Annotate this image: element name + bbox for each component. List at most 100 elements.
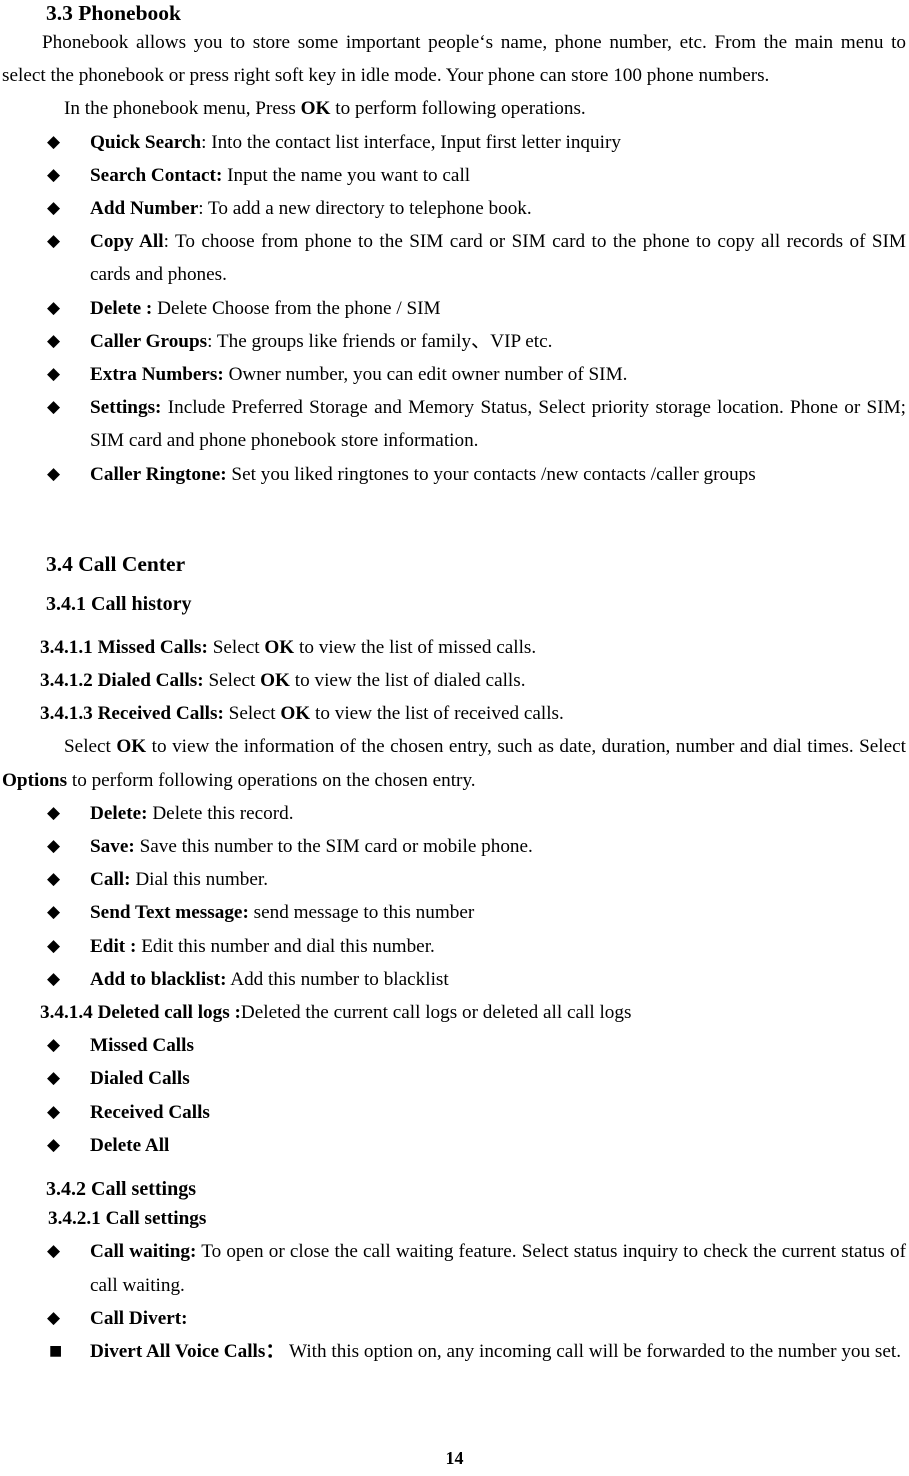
list-item: ◆ Delete All <box>2 1129 906 1162</box>
list-item-label: Copy All <box>90 231 164 253</box>
section-gap-2 <box>2 525 906 551</box>
list-item-text: Owner number, you can edit owner number … <box>223 364 628 386</box>
call-divert-sublist: ■ Divert All Voice Calls： With this optio… <box>2 1335 906 1368</box>
diamond-bullet-icon: ◆ <box>47 1101 61 1122</box>
section-gap-3 <box>2 1162 906 1176</box>
list-item: ◆ Missed Calls <box>2 1029 906 1062</box>
list-item-label: Received Calls <box>90 1101 210 1123</box>
subsubsection-heading-call-settings: 3.4.2.1 Call settings <box>2 1202 906 1235</box>
phonebook-menu-note-pre: In the phonebook menu, Press <box>64 98 301 120</box>
list-item-text: Set you liked ringtones to your contacts… <box>226 463 756 485</box>
heading-gap <box>2 577 906 591</box>
numbered-item-post: to view the list of dialed calls. <box>289 670 526 692</box>
numbered-item-post: to view the list of received calls. <box>310 703 564 725</box>
list-item-text: To add a new directory to telephone book… <box>203 198 532 220</box>
call-history-options-list: ◆ Delete: Delete this record. ◆ Save: Save… <box>2 797 906 996</box>
numbered-item-key: OK <box>280 703 311 725</box>
numbered-item-missed-calls: 3.4.1.1 Missed Calls: Select OK to view … <box>2 631 906 664</box>
list-item-label: Quick Search <box>90 131 202 153</box>
diamond-bullet-icon: ◆ <box>47 1307 61 1328</box>
phonebook-menu-note-key: OK <box>300 98 331 120</box>
list-item-label: Missed Calls <box>90 1035 194 1057</box>
section-heading-phonebook-wrap: 3.3 Phonebook <box>2 0 906 26</box>
diamond-bullet-icon: ◆ <box>47 1035 61 1056</box>
list-item: ◆ Delete: Delete this record. <box>2 797 906 830</box>
list-item-label: Delete All <box>90 1134 170 1156</box>
list-item-label: Extra Numbers: <box>90 364 224 386</box>
numbered-item-number: 3.4.1.4 Deleted call logs : <box>40 1002 241 1024</box>
list-item: ◆ Settings: Include Preferred Storage and… <box>2 391 906 457</box>
diamond-bullet-icon: ◆ <box>47 935 61 956</box>
heading-gap-2 <box>2 617 906 631</box>
subsection-heading-call-history-wrap: 3.4.1 Call history <box>2 591 906 617</box>
list-item: ◆ Copy All: To choose from phone to the S… <box>2 225 906 291</box>
list-item: ◆ Call waiting: To open or close the call… <box>2 1235 906 1301</box>
list-item: ◆ Add to blacklist: Add this number to bl… <box>2 963 906 996</box>
numbered-item-pre: Select <box>207 636 265 658</box>
list-item-text: Add this number to blacklist <box>226 968 449 990</box>
list-item: ◆ Extra Numbers: Owner number, you can ed… <box>2 358 906 391</box>
diamond-bullet-icon: ◆ <box>47 902 61 923</box>
diamond-bullet-icon: ◆ <box>47 802 61 823</box>
list-item: ◆ Received Calls <box>2 1096 906 1129</box>
list-item-text: Include Preferred Storage and Memory Sta… <box>90 397 906 452</box>
list-item-sep: ： <box>265 1340 285 1362</box>
list-item-label: Search Contact: <box>90 164 223 186</box>
list-item-label: Add Number <box>90 198 199 220</box>
diamond-bullet-icon: ◆ <box>47 1134 61 1155</box>
list-item-text: send message to this number <box>248 902 475 924</box>
list-item-label: Save: <box>90 836 135 858</box>
options-key-ok: OK <box>116 736 147 758</box>
numbered-item-received-calls: 3.4.1.3 Received Calls: Select OK to vie… <box>2 697 906 730</box>
list-item-text: To choose from phone to the SIM card or … <box>90 231 906 286</box>
list-item-label: Settings: <box>90 397 162 419</box>
page-number: 14 <box>445 1448 464 1468</box>
list-item-label: Caller Groups <box>90 330 208 352</box>
list-item: ◆ Delete : Delete Choose from the phone /… <box>2 292 906 325</box>
list-item-label: Send Text message: <box>90 902 249 924</box>
options-mid: to view the information of the chosen en… <box>146 736 906 758</box>
list-item-text: Dial this number. <box>130 869 269 891</box>
subsubsection-heading-label: 3.4.2.1 Call settings <box>48 1208 207 1230</box>
document-page: 3.3 Phonebook Phonebook allows you to st… <box>0 0 909 1476</box>
list-item: ◆ Caller Groups: The groups like friends … <box>2 325 906 358</box>
phonebook-intro-paragraph: Phonebook allows you to store some impor… <box>2 32 906 87</box>
subsection-heading-call-settings: 3.4.2 Call settings <box>46 1178 196 1201</box>
diamond-bullet-icon: ◆ <box>47 463 61 484</box>
list-item: ◆ Call: Dial this number. <box>2 863 906 896</box>
list-item-text: Input the name you want to call <box>222 164 471 186</box>
numbered-item-number: 3.4.1.3 Received Calls: <box>40 703 224 725</box>
list-item: ◆ Edit : Edit this number and dial this n… <box>2 930 906 963</box>
diamond-bullet-icon: ◆ <box>47 164 61 185</box>
list-item-label: Dialed Calls <box>90 1068 190 1090</box>
options-post: to perform following operations on the c… <box>67 769 476 791</box>
list-item: ◆ Caller Ringtone: Set you liked ringtone… <box>2 458 906 491</box>
diamond-bullet-icon: ◆ <box>47 968 61 989</box>
numbered-item-dialed-calls: 3.4.1.2 Dialed Calls: Select OK to view … <box>2 664 906 697</box>
list-item: ◆ Quick Search: Into the contact list int… <box>2 126 906 159</box>
list-item: ◆ Save: Save this number to the SIM card … <box>2 830 906 863</box>
subsection-heading-call-settings-wrap: 3.4.2 Call settings <box>2 1176 906 1202</box>
diamond-bullet-icon: ◆ <box>47 869 61 890</box>
options-key-options: Options <box>2 769 68 791</box>
numbered-item-key: OK <box>264 636 295 658</box>
list-item-text: To open or close the call waiting featur… <box>90 1241 906 1296</box>
deleted-call-logs-list: ◆ Missed Calls ◆ Dialed Calls ◆ Received Ca… <box>2 1029 906 1162</box>
numbered-item-number: 3.4.1.2 Dialed Calls: <box>40 670 204 692</box>
numbered-item-pre: Select <box>203 670 261 692</box>
subsection-heading-call-history: 3.4.1 Call history <box>46 592 192 615</box>
list-item: ◆ Call Divert: <box>2 1302 906 1335</box>
options-pre: Select <box>64 736 117 758</box>
list-item-text: Into the contact list interface, Input f… <box>206 131 621 153</box>
list-item-label: Edit : <box>90 935 137 957</box>
numbered-item-number: 3.4.1.1 Missed Calls: <box>40 636 208 658</box>
call-settings-list: ◆ Call waiting: To open or close the call… <box>2 1235 906 1335</box>
list-item-label: Delete : <box>90 297 153 319</box>
list-item-label: Delete: <box>90 802 148 824</box>
section-heading-call-center-wrap: 3.4 Call Center <box>2 551 906 577</box>
numbered-item-deleted-call-logs: 3.4.1.4 Deleted call logs :Deleted the c… <box>2 996 906 1029</box>
list-item-text: With this option on, any incoming call w… <box>284 1340 902 1362</box>
list-item-text: Delete Choose from the phone / SIM <box>152 297 441 319</box>
numbered-item-key: OK <box>260 670 290 692</box>
phonebook-options-list: ◆ Quick Search: Into the contact list int… <box>2 126 906 491</box>
